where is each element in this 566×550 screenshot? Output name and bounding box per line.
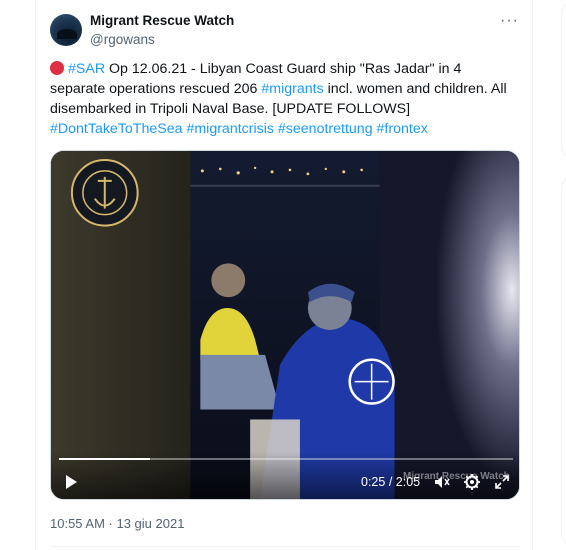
hashtag-link[interactable]: #seenotrettung [278, 121, 373, 137]
tweet-text: #SAR Op 12.06.21 - Libyan Coast Guard sh… [50, 59, 520, 139]
author-handle[interactable]: @rgowans [90, 32, 155, 47]
video-progress-fill [59, 458, 150, 460]
hashtag-link[interactable]: #SAR [68, 61, 105, 77]
hashtag-link[interactable]: #frontex [377, 121, 428, 137]
time-separator: / [385, 475, 396, 489]
hashtag-link[interactable]: #DontTakeToTheSea [50, 121, 183, 137]
red-circle-icon [50, 61, 64, 75]
play-icon[interactable] [63, 474, 79, 490]
current-time: 0:25 [361, 475, 386, 489]
hashtag-link[interactable]: #migrants [261, 81, 323, 97]
video-progress-bar[interactable] [59, 458, 513, 460]
tweet[interactable]: Migrant Rescue Watch @rgowans ··· #SAR O… [36, 0, 532, 550]
volume-icon[interactable] [433, 473, 451, 491]
settings-icon[interactable] [463, 473, 481, 491]
avatar[interactable] [50, 14, 82, 46]
tweet-timestamp[interactable]: 10:55 AM · 13 giu 2021 [50, 516, 184, 531]
hashtag-link[interactable]: #migrantcrisis [186, 121, 274, 137]
divider [50, 546, 520, 547]
author-name[interactable]: Migrant Rescue Watch [90, 13, 234, 28]
video-player[interactable]: 0:25 / 2:05 Migrant Rescue Watch [50, 150, 520, 500]
sidebar-card [561, 175, 566, 547]
video-frame [51, 151, 519, 499]
fullscreen-icon[interactable] [493, 473, 511, 491]
more-options-icon[interactable]: ··· [500, 12, 519, 30]
timeline-right-border [532, 0, 533, 550]
sidebar-card [561, 0, 566, 160]
